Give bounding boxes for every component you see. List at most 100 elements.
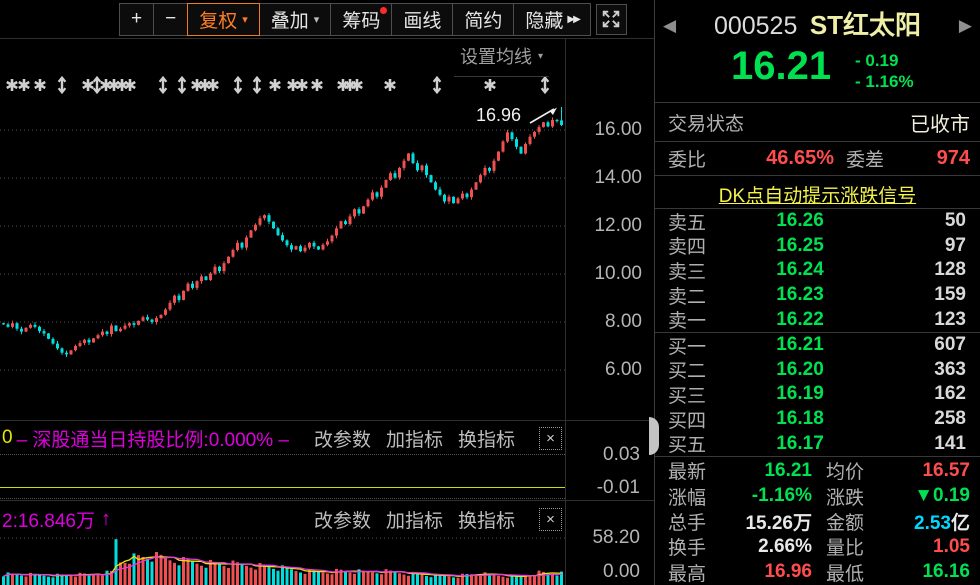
indicator-header: 0 – 深股通当日持股比例:0.000% – 改参数 加指标 换指标 ×	[2, 425, 562, 451]
candle	[69, 349, 73, 355]
candle	[447, 194, 451, 205]
stat-value-number: 1.05	[933, 535, 970, 557]
link-换指标[interactable]: 换指标	[458, 425, 515, 452]
stat-value-unit: 亿	[950, 513, 970, 534]
order-book-row: 卖三 16.24 128	[655, 258, 980, 283]
event-star-marker	[207, 79, 219, 91]
candle	[479, 173, 482, 184]
candle	[60, 347, 64, 355]
candle	[371, 189, 374, 202]
level-price[interactable]: 16.23	[726, 284, 874, 306]
level-price[interactable]: 16.24	[726, 259, 874, 281]
volume-bar	[474, 574, 478, 585]
candle	[231, 248, 235, 258]
candle	[105, 330, 109, 337]
candle	[155, 316, 158, 325]
volume-bar	[371, 572, 374, 585]
volume-bar	[38, 574, 41, 585]
event-arrows-marker	[92, 75, 102, 95]
toolbar-button-隐藏[interactable]: 隐藏 ▶▶	[513, 2, 591, 36]
candle	[51, 337, 55, 345]
volume-bar	[353, 573, 356, 585]
level-price[interactable]: 16.21	[726, 334, 874, 356]
candle	[483, 165, 487, 177]
volume-bar	[24, 576, 28, 585]
candle	[294, 245, 298, 250]
toolbar-button-复权[interactable]: 复权 ▾	[187, 2, 260, 36]
stat-value: 16.21	[722, 460, 812, 482]
level-price[interactable]: 16.20	[726, 359, 874, 381]
level-price[interactable]: 16.17	[726, 433, 874, 455]
link-加指标[interactable]: 加指标	[386, 506, 443, 533]
candle	[348, 213, 352, 226]
volume-panel[interactable]: 2:16.846万 ↑ 改参数 加指标 换指标 × 58.20 0.00	[0, 500, 654, 585]
toolbar-button-筹码[interactable]: 筹码	[330, 2, 393, 36]
candlestick-chart[interactable]	[0, 39, 565, 420]
toolbar-button-叠加[interactable]: 叠加 ▾	[258, 2, 332, 36]
dk-signal-link[interactable]: DK点自动提示涨跌信号	[655, 181, 980, 208]
level-price[interactable]: 16.25	[726, 235, 874, 257]
main-chart-area[interactable]: 设置均线 ▾ 16.96	[0, 39, 565, 420]
candle	[173, 294, 176, 305]
stat-value: 1.05	[880, 536, 970, 558]
price-tick-label: 14.00	[594, 167, 642, 188]
stat-label: 总手	[668, 513, 707, 534]
volume-bar	[456, 577, 460, 585]
quote-panel: ◀ ▶ 000525 ST红太阳 16.21 - 0.19 - 1.16% 交易…	[654, 0, 980, 585]
volume-bar	[276, 570, 280, 585]
candle	[515, 137, 518, 150]
candle	[321, 243, 325, 251]
price-tick-label: 6.00	[605, 359, 642, 380]
candle	[245, 235, 248, 251]
volume-bar	[11, 573, 14, 585]
candle	[551, 117, 554, 128]
level-quantity: 128	[934, 259, 966, 281]
link-改参数[interactable]: 改参数	[314, 506, 371, 533]
link-加指标[interactable]: 加指标	[386, 425, 443, 452]
candle	[141, 315, 145, 322]
last-price: 16.21	[731, 44, 832, 88]
stat-label: 金额	[826, 513, 865, 534]
volume-bar	[218, 564, 221, 585]
candle	[128, 322, 131, 328]
link-改参数[interactable]: 改参数	[314, 425, 371, 452]
level-price[interactable]: 16.26	[726, 210, 874, 232]
volume-bar	[515, 575, 518, 585]
volume-bar	[15, 574, 19, 585]
toolbar-button-−[interactable]: −	[153, 2, 189, 36]
candle	[177, 293, 181, 303]
close-panel-button[interactable]: ×	[539, 507, 562, 531]
volume-bar	[213, 561, 217, 585]
up-arrow-icon: ↑	[100, 507, 111, 530]
toolbar-button-+[interactable]: +	[119, 2, 155, 36]
close-panel-button[interactable]: ×	[539, 426, 562, 450]
separator	[655, 175, 980, 176]
notification-dot-icon	[380, 6, 388, 14]
candle	[33, 322, 37, 329]
candle	[101, 329, 104, 337]
link-换指标[interactable]: 换指标	[458, 506, 515, 533]
candle	[456, 196, 460, 205]
volume-bar	[132, 553, 136, 585]
price-axis: 16.00 14.00 12.00 10.00 8.00 6.00	[565, 39, 652, 420]
panel-collapse-handle[interactable]	[649, 417, 659, 455]
trade-status-value: 已收市	[910, 113, 970, 136]
toolbar-button-label: 复权	[199, 10, 238, 32]
candle	[56, 341, 59, 350]
level-price[interactable]: 16.22	[726, 309, 874, 331]
level-quantity: 159	[934, 284, 966, 306]
volume-bar	[479, 575, 482, 585]
candle	[6, 322, 10, 328]
volume-tick-label: 58.20	[592, 527, 640, 548]
stat-value-number: 16.96	[764, 561, 812, 583]
ma-setting-dropdown[interactable]: 设置均线 ▾	[453, 43, 549, 77]
toolbar-button-简约[interactable]: 简约	[452, 2, 515, 36]
hk-connect-indicator-panel[interactable]: 0 – 深股通当日持股比例:0.000% – 改参数 加指标 换指标 × 0.03 -0…	[0, 420, 654, 500]
level-price[interactable]: 16.19	[726, 383, 874, 405]
toolbar-button-画线[interactable]: 画线	[391, 2, 454, 36]
fullscreen-expand-button[interactable]	[595, 3, 627, 35]
candle	[524, 142, 527, 155]
volume-bar	[186, 559, 190, 585]
order-book-row: 卖五 16.26 50	[655, 209, 980, 234]
level-price[interactable]: 16.18	[726, 408, 874, 430]
